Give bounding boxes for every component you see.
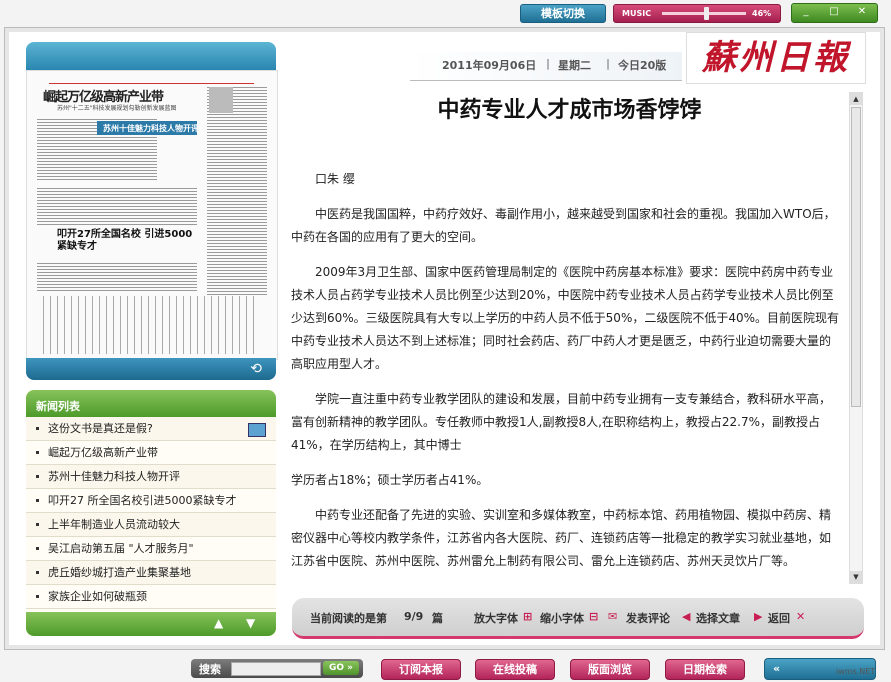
news-item-label[interactable]: 崛起万亿级高新产业带	[48, 446, 158, 459]
date-search-button[interactable]: 日期检索	[665, 659, 745, 680]
scrollbar-thumb[interactable]	[851, 107, 861, 407]
plus-icon[interactable]: ⊞	[523, 610, 532, 623]
maximize-icon[interactable]: □	[826, 6, 842, 17]
news-item[interactable]: 上半年制造业人员流动较大	[26, 513, 276, 537]
watermark: iwms.NET	[836, 667, 876, 676]
page-thumbnail[interactable]: 崛起万亿级高新产业带 苏州"十二五"科技发展规划勾勒创新发展蓝图 苏州十佳魅力科…	[26, 70, 278, 360]
text-block	[207, 85, 267, 295]
dateline: 2011年09月06日 | 星期二 | 今日20版	[410, 52, 682, 81]
newspaper-logo: 蘇州日報	[686, 32, 866, 84]
article-paragraph: 学历者占18%；硕士学历者占41%。	[291, 473, 489, 487]
close-x-icon[interactable]: ✕	[796, 610, 805, 623]
post-comment-button[interactable]: 发表评论	[626, 610, 670, 626]
news-list-header: 新闻列表	[26, 390, 276, 417]
select-article-button[interactable]: 选择文章	[696, 610, 740, 626]
next-arrow-icon[interactable]: ▶	[754, 610, 762, 623]
issue-weekday: 星期二	[558, 59, 591, 72]
news-item-label[interactable]: 叩开27 所全国名校引进5000紧缺专才	[48, 494, 237, 507]
close-icon[interactable]: ✕	[854, 6, 870, 17]
article-paragraph: 学院一直注重中药专业教学团队的建设和发展，目前中药专业拥有一支专兼结合，教科研水…	[291, 392, 832, 452]
search-go-button[interactable]: GO »	[323, 661, 359, 675]
top-bar: 模板切换 MUSIC 46% _ □ ✕	[0, 0, 891, 26]
news-item-label[interactable]: 虎丘婚纱城打造产业集聚基地	[48, 566, 191, 579]
window-controls: _ □ ✕	[791, 3, 878, 23]
enlarge-font-button[interactable]: 放大字体	[474, 610, 518, 626]
article-body: 口朱 缨 中医药是我国国粹，中药疗效好、毒副作用小，越来越受到国家和社会的重视。…	[291, 168, 841, 582]
bottom-bar: 搜索 GO » 订阅本报 在线投稿 版面浏览 日期检索 « iwms.NET	[0, 655, 891, 682]
search-label: 搜索	[199, 663, 221, 676]
paper-subheadline: 苏州"十二五"科技发展规划勾勒创新发展蓝图	[57, 105, 177, 112]
template-switch-button[interactable]: 模板切换	[520, 4, 606, 23]
news-list-panel: 新闻列表 这份文书是真还是假? 崛起万亿级高新产业带 苏州十佳魅力科技人物开评 …	[26, 390, 276, 636]
news-item[interactable]: 家族企业如何破瓶颈	[26, 585, 276, 609]
submit-online-button[interactable]: 在线投稿	[475, 659, 555, 680]
scroll-up-icon[interactable]: ▲	[214, 616, 223, 630]
news-item[interactable]: 叩开27 所全国名校引进5000紧缺专才	[26, 489, 276, 513]
article-title: 中药专业人才成市场香饽饽	[437, 98, 702, 123]
article-paragraph: 2009年3月卫生部、国家中医药管理局制定的《医院中药房基本标准》要求：医院中药…	[291, 265, 840, 371]
minus-icon[interactable]: ⊟	[589, 610, 598, 623]
edition-count: 今日20版	[618, 59, 667, 72]
current-article-label: 当前阅读的是第	[310, 612, 387, 625]
article-author: 口朱 缨	[315, 172, 355, 186]
text-block	[37, 261, 197, 291]
thumbnail-footer: ⟲	[26, 358, 276, 380]
thumbnail-header	[26, 42, 276, 70]
news-list-title: 新闻列表	[36, 400, 80, 413]
music-label: MUSIC	[622, 9, 652, 18]
article: 中药专业人才成市场香饽饽 口朱 缨 中医药是我国国粹，中药疗效好、毒副作用小，越…	[291, 92, 848, 582]
music-volume-slider[interactable]	[704, 7, 709, 20]
news-item-label[interactable]: 上半年制造业人员流动较大	[48, 518, 180, 531]
scroll-down-arrow-icon[interactable]: ▼	[850, 571, 862, 583]
news-item[interactable]: 吴江启动第五届 "人才服务月"	[26, 537, 276, 561]
news-list-footer: ▲ ▼	[26, 612, 276, 636]
double-left-arrow-icon: «	[773, 662, 781, 675]
article-scrollbar[interactable]: ▲ ▼	[849, 92, 863, 584]
paper-headline-3: 叩开27所全国名校 引进5000紧缺专才	[57, 229, 193, 252]
paper-ad-block	[37, 296, 257, 354]
text-block	[37, 186, 197, 226]
article-paragraph: 中药专业还配备了先进的实验、实训室和多媒体教室，中药标本馆、药用植物园、模拟中药…	[291, 508, 832, 568]
subscribe-button[interactable]: 订阅本报	[381, 659, 461, 680]
news-item-label[interactable]: 这份文书是真还是假?	[48, 422, 153, 435]
paper-headline-2: 苏州十佳魅力科技人物开评	[103, 124, 199, 133]
news-item[interactable]: 崛起万亿级高新产业带	[26, 441, 276, 465]
news-item[interactable]: 虎丘婚纱城打造产业集聚基地	[26, 561, 276, 585]
issue-date: 2011年09月06日	[442, 59, 537, 72]
music-volume-value: 46%	[752, 9, 772, 18]
current-article-index: 9/9	[404, 610, 424, 623]
video-icon	[248, 423, 266, 437]
news-item-label[interactable]: 苏州十佳魅力科技人物开评	[48, 470, 180, 483]
news-list: 这份文书是真还是假? 崛起万亿级高新产业带 苏州十佳魅力科技人物开评 叩开27 …	[26, 417, 276, 609]
current-article-unit: 篇	[432, 612, 443, 625]
mail-icon: ✉	[608, 610, 618, 623]
rotate-icon[interactable]: ⟲	[250, 361, 262, 377]
scroll-up-arrow-icon[interactable]: ▲	[850, 93, 862, 105]
news-item[interactable]: 苏州十佳魅力科技人物开评	[26, 465, 276, 489]
back-button[interactable]: 返回	[768, 610, 790, 626]
scroll-down-icon[interactable]: ▼	[246, 616, 255, 630]
music-control[interactable]: MUSIC 46%	[613, 4, 781, 23]
search-input[interactable]	[231, 662, 321, 676]
paper-header-rule	[49, 75, 254, 84]
news-item-label[interactable]: 家族企业如何破瓶颈	[48, 590, 147, 603]
shrink-font-button[interactable]: 缩小字体	[540, 610, 584, 626]
search-box: 搜索 GO »	[191, 659, 363, 678]
paper-photo	[209, 87, 233, 113]
article-paragraph: 中医药是我国国粹，中药疗效好、毒副作用小，越来越受到国家和社会的重视。我国加入W…	[291, 207, 836, 244]
prev-arrow-icon[interactable]: ◀	[682, 610, 690, 623]
layout-browse-button[interactable]: 版面浏览	[570, 659, 650, 680]
news-item-label[interactable]: 吴江启动第五届 "人才服务月"	[48, 542, 194, 555]
reading-toolbar: 当前阅读的是第 9/9 篇 放大字体 ⊞ 缩小字体 ⊟ ✉ 发表评论 ◀ 选择文…	[292, 598, 864, 639]
minimize-icon[interactable]: _	[798, 6, 814, 17]
news-item[interactable]: 这份文书是真还是假?	[26, 417, 276, 441]
